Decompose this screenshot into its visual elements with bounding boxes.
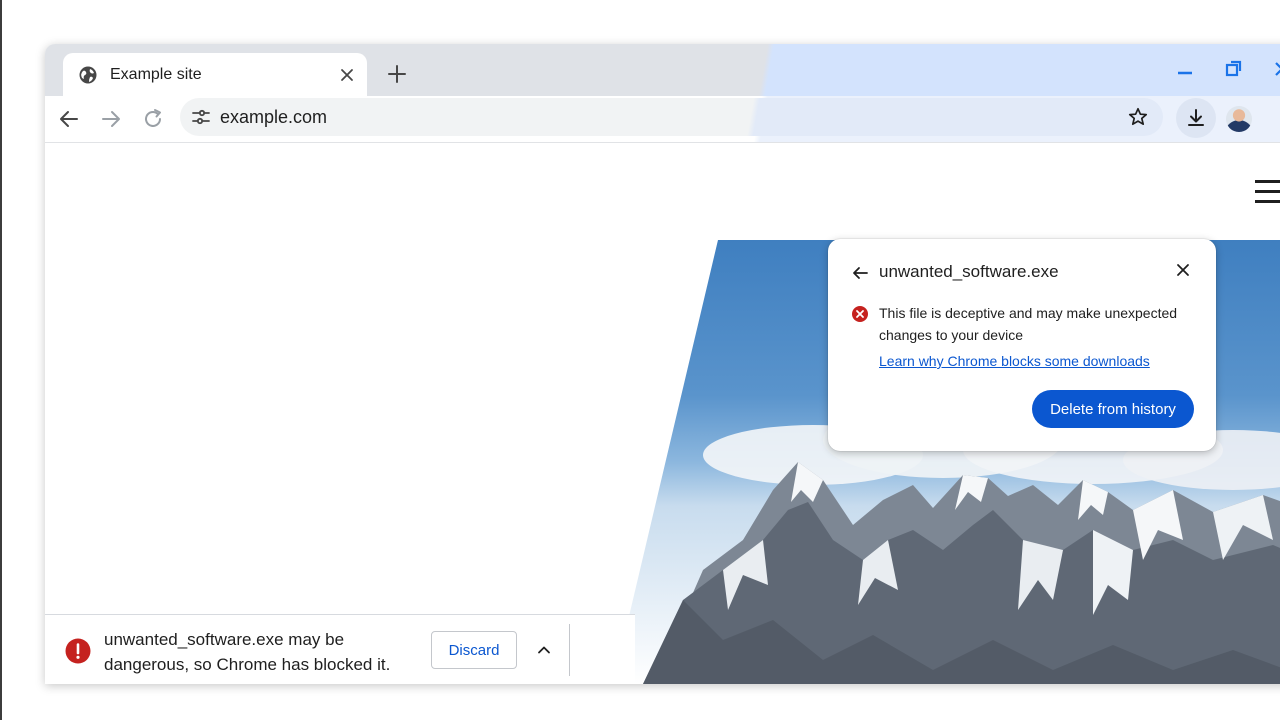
tab-title: Example site [110,66,202,83]
download-icon [1188,109,1204,126]
delete-from-history-button[interactable]: Delete from history [1032,390,1194,428]
danger-icon [65,638,91,664]
reload-icon[interactable] [141,107,165,131]
learn-more-link[interactable]: Learn why Chrome blocks some downloads [879,353,1150,369]
toolbar: example.com [45,96,1280,143]
new-tab-plus-icon[interactable] [386,63,408,85]
shelf-divider [569,624,570,676]
back-arrow-icon[interactable] [850,263,870,283]
download-bubble: unwanted_software.exe This file is decep… [828,239,1216,451]
page-content: unwanted_software.exe This file is decep… [45,143,1280,684]
download-filename: unwanted_software.exe [879,262,1059,281]
close-window-icon[interactable] [1271,58,1280,80]
menu-icon[interactable] [1255,180,1280,206]
browser-window: Example site example.com unwanted_softwa… [45,44,1280,684]
address-bar[interactable]: example.com [180,98,1163,136]
download-shelf: unwanted_software.exe may be dangerous, … [45,614,635,684]
avatar[interactable] [1226,106,1252,132]
shelf-message: unwanted_software.exe may be dangerous, … [104,630,391,674]
globe-icon [78,65,98,85]
back-arrow-icon[interactable] [57,107,81,131]
restore-icon[interactable] [1223,58,1245,80]
warning-message: This file is deceptive and may make unex… [879,305,1178,343]
minimize-icon[interactable] [1174,58,1196,80]
url-text: example.com [220,107,328,127]
downloads-button[interactable] [1176,98,1216,138]
tab-strip: Example site [45,44,1280,96]
close-icon[interactable] [1174,261,1192,279]
close-icon[interactable] [337,65,357,85]
forward-arrow-icon[interactable] [99,107,123,131]
site-settings-icon[interactable] [191,107,211,127]
screen-edge-line [0,0,2,720]
chevron-up-icon[interactable] [535,641,553,659]
discard-button[interactable]: Discard [431,631,517,669]
error-x-icon [851,305,869,323]
tab-example-site[interactable]: Example site [63,53,367,96]
star-icon[interactable] [1128,107,1148,127]
